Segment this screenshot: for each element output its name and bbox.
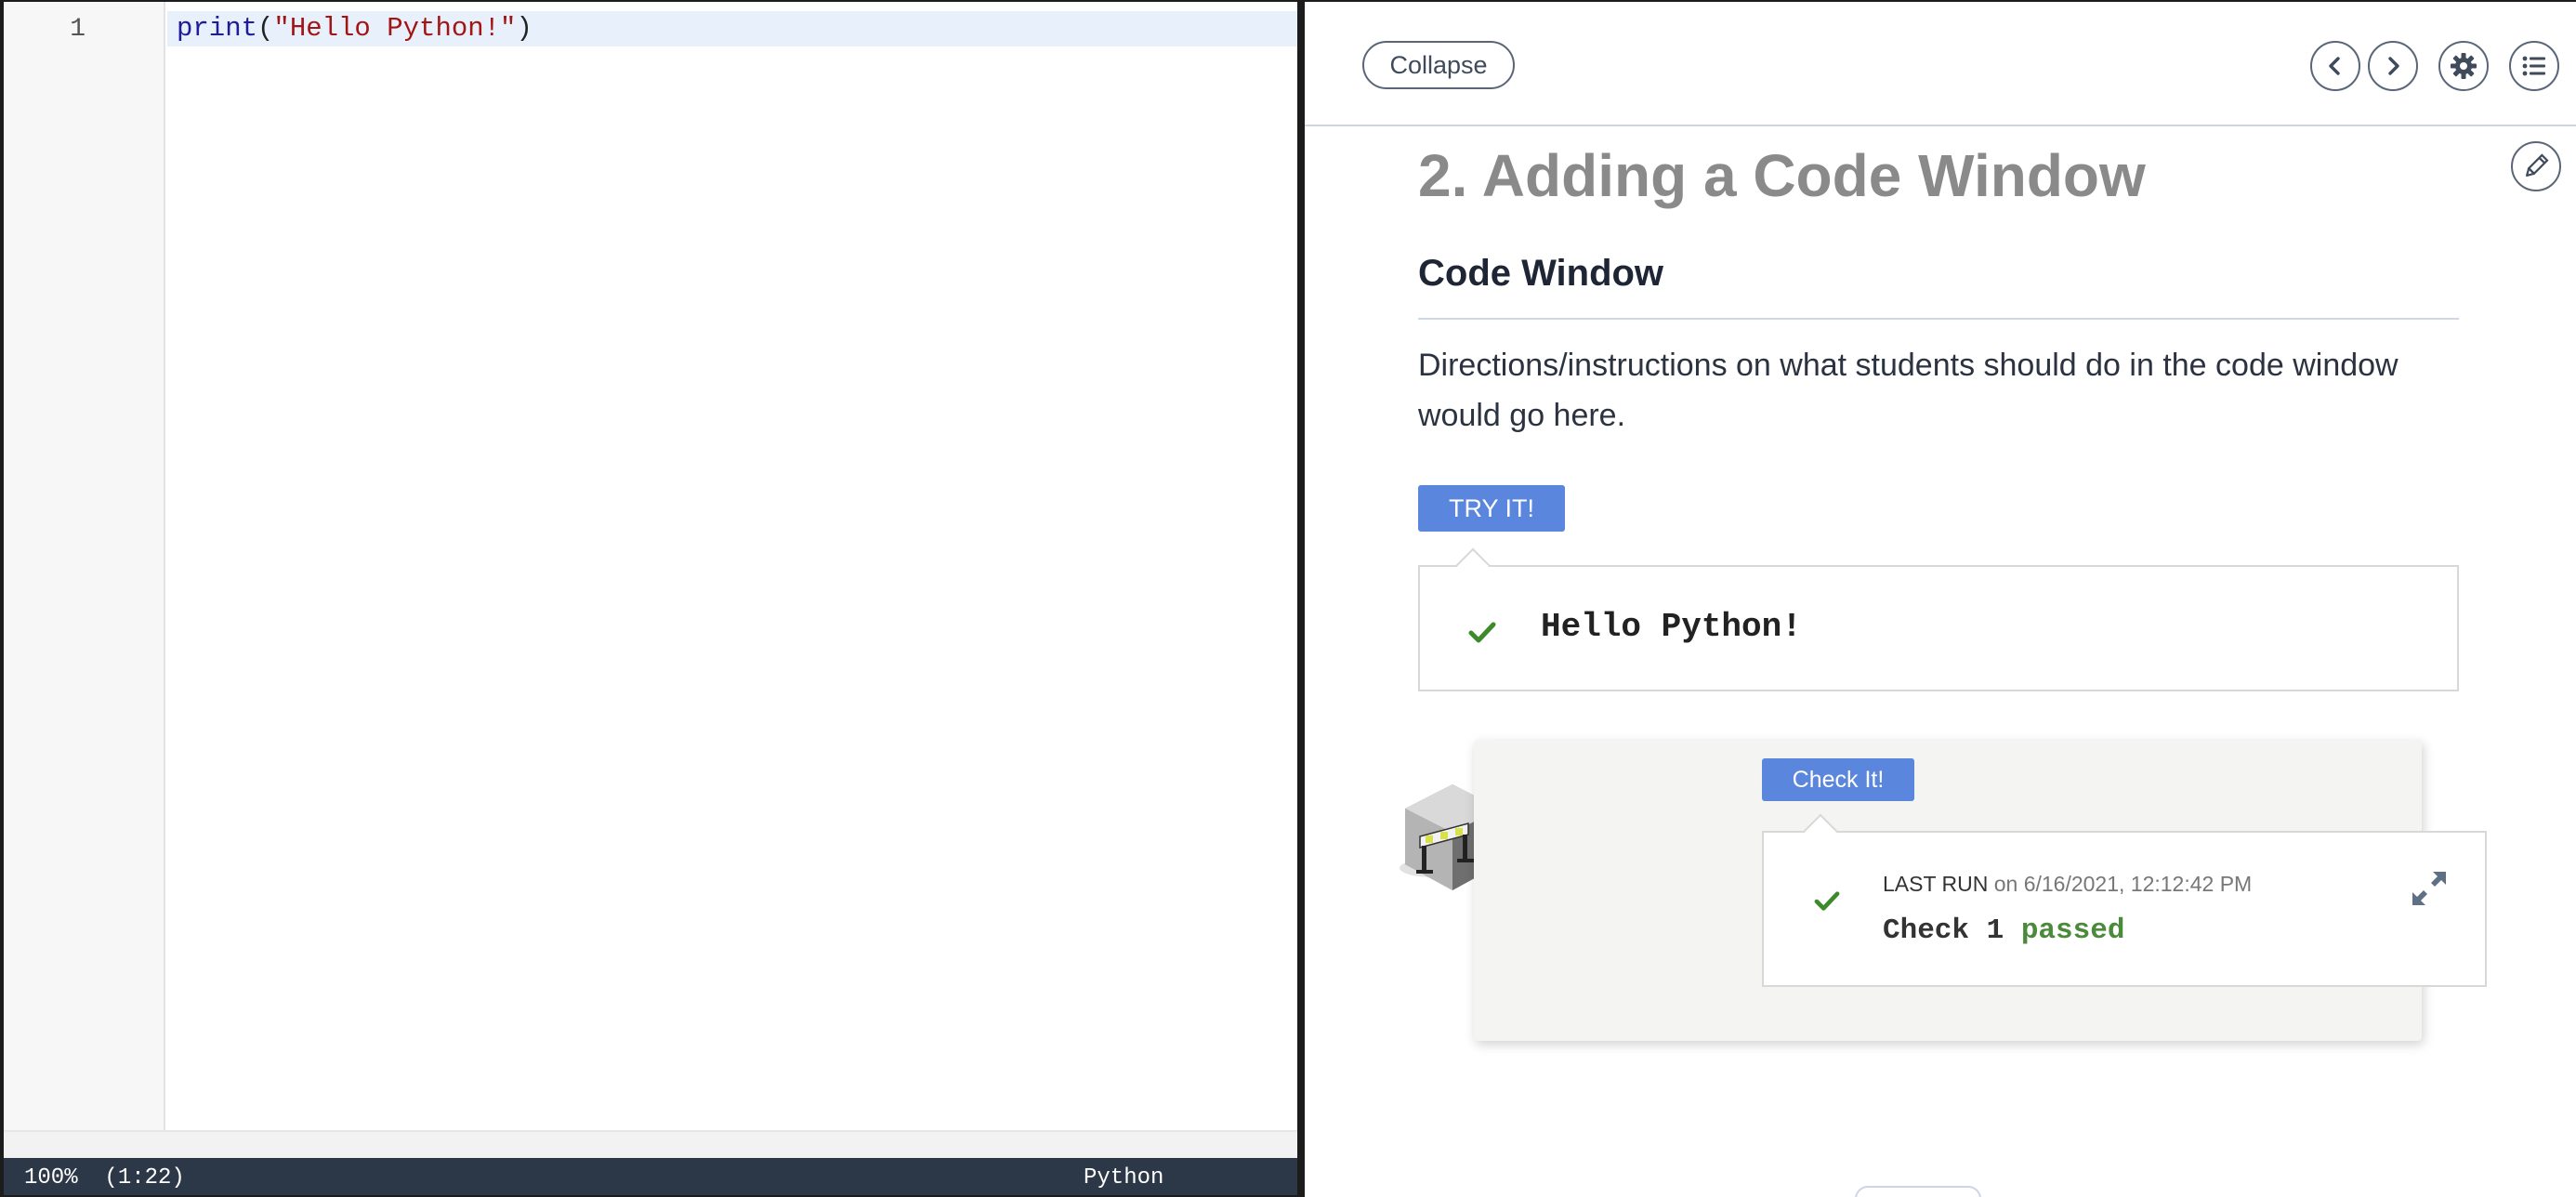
code-area[interactable]: print("Hello Python!") [167,2,1297,1130]
line-number-gutter: 1 [4,2,165,1130]
settings-button[interactable] [2438,41,2489,91]
chevron-right-icon [2388,57,2399,75]
check-it-button[interactable]: Check It! [1762,758,1914,801]
guide-toolbar: Collapse [1305,2,2576,126]
code-line[interactable]: print("Hello Python!") [177,13,532,45]
previous-page-button[interactable] [2310,41,2360,91]
program-output: Hello Python! [1541,608,1802,646]
callout-caret [1803,813,1838,848]
next-page-button[interactable] [2368,41,2418,91]
edit-button[interactable] [2511,141,2561,191]
code-token-paren: ( [257,13,274,44]
checkmark-icon [1468,622,1496,643]
code-token-string: "Hello Python!" [273,13,517,44]
last-run-label: LAST RUN on 6/16/2021, 12:12:42 PM [1883,872,2252,897]
code-token-builtin: print [177,13,258,44]
output-panel: Hello Python! [1418,547,2459,691]
callout-caret [1455,547,1491,583]
check-status: passed [2020,914,2125,947]
page-title: 2. Adding a Code Window [1418,142,2146,209]
section-divider [1418,318,2459,320]
directions-text: Directions/instructions on what students… [1418,348,2399,433]
list-icon [2522,56,2545,76]
check-panel: Check It! LAST RUN on 6/16/2021, 12:12:4… [1474,740,2487,1041]
guide-panel: Collapse 2. Adding a Code Window Code Wi… [1305,2,2576,1197]
horizontal-scrollbar[interactable] [4,1130,1297,1158]
try-it-button[interactable]: TRY IT! [1418,485,1565,532]
last-run-timestamp: on 6/16/2021, 12:12:42 PM [1993,872,2253,896]
gear-icon [2451,53,2477,79]
expand-icon[interactable] [2409,868,2450,909]
zoom-cursor-position: 100% (1:22) [24,1165,185,1190]
last-run-heading: LAST RUN [1883,872,1989,896]
table-of-contents-button[interactable] [2509,41,2559,91]
check-result: LAST RUN on 6/16/2021, 12:12:42 PM Check… [1762,813,2487,987]
editor-status-bar: 100% (1:22) Python [4,1158,1297,1195]
check-summary-prefix: Check 1 [1883,914,2021,947]
chevron-left-icon [2329,57,2340,75]
check-summary: Check 1 passed [1883,914,2124,947]
checkmark-icon [1814,891,1840,911]
pencil-icon [2526,153,2549,177]
section-heading: Code Window [1418,253,1664,294]
code-editor[interactable]: 1 print("Hello Python!") 100% (1:22) Pyt… [4,2,1297,1195]
bottom-handle[interactable] [1855,1186,1981,1197]
language-indicator[interactable]: Python [1084,1165,1163,1190]
code-token-paren: ) [516,13,532,44]
collapse-button[interactable]: Collapse [1362,41,1515,89]
line-number: 1 [70,15,85,44]
